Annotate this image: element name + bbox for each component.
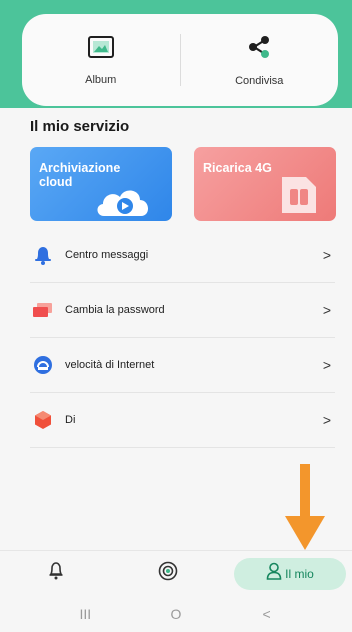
recents-button[interactable]: III xyxy=(65,606,105,622)
cloud-play-icon xyxy=(94,185,152,217)
menu-label: Di xyxy=(65,414,76,426)
system-navigation-bar: III O < xyxy=(0,596,352,632)
album-label: Album xyxy=(85,73,117,86)
menu-item-messages[interactable]: Centro messaggi > xyxy=(30,228,335,283)
home-button[interactable]: O xyxy=(156,606,196,622)
bell-outline-icon xyxy=(48,562,64,585)
bell-icon xyxy=(32,244,54,266)
menu-label: Centro messaggi xyxy=(65,249,149,261)
bottom-tab-bar: Il mio xyxy=(0,550,352,596)
password-icon xyxy=(32,299,54,321)
quick-actions-card: Album Condivisa xyxy=(22,14,338,106)
menu-item-about[interactable]: Di > xyxy=(30,393,335,448)
menu-item-password[interactable]: Cambia la password > xyxy=(30,283,335,338)
speed-icon xyxy=(32,354,54,376)
tab-il-mio[interactable]: Il mio xyxy=(234,557,346,590)
menu-item-internet-speed[interactable]: velocità di Internet > xyxy=(30,338,335,393)
arrow-down-icon xyxy=(285,464,325,552)
album-button[interactable]: Album xyxy=(22,14,180,106)
cloud-storage-card[interactable]: Archiviazione cloud xyxy=(30,147,172,221)
sim-card-icon xyxy=(276,175,320,215)
share-icon xyxy=(246,34,272,65)
menu-label: velocità di Internet xyxy=(65,359,155,371)
hexagon-icon xyxy=(32,409,54,431)
chevron-right-icon: > xyxy=(322,247,331,263)
share-label: Condivisa xyxy=(235,74,284,87)
tab-camera[interactable] xyxy=(112,551,224,596)
tab-notifications[interactable] xyxy=(0,551,112,596)
image-icon xyxy=(87,35,115,64)
tab-il-mio-label: Il mio xyxy=(285,566,314,581)
service-menu: Centro messaggi > Cambia la password > v… xyxy=(30,228,335,448)
section-title: Il mio servizio xyxy=(30,118,130,135)
recharge-4g-card[interactable]: Ricarica 4G xyxy=(194,147,336,221)
user-icon xyxy=(266,562,282,585)
menu-label: Cambia la password xyxy=(65,304,165,316)
back-button[interactable]: < xyxy=(247,606,287,622)
share-button[interactable]: Condivisa xyxy=(181,14,339,106)
chevron-right-icon: > xyxy=(322,302,331,318)
camera-icon xyxy=(158,561,178,586)
recharge-4g-label: Ricarica 4G xyxy=(203,161,272,175)
chevron-right-icon: > xyxy=(322,412,331,428)
chevron-right-icon: > xyxy=(322,357,331,373)
